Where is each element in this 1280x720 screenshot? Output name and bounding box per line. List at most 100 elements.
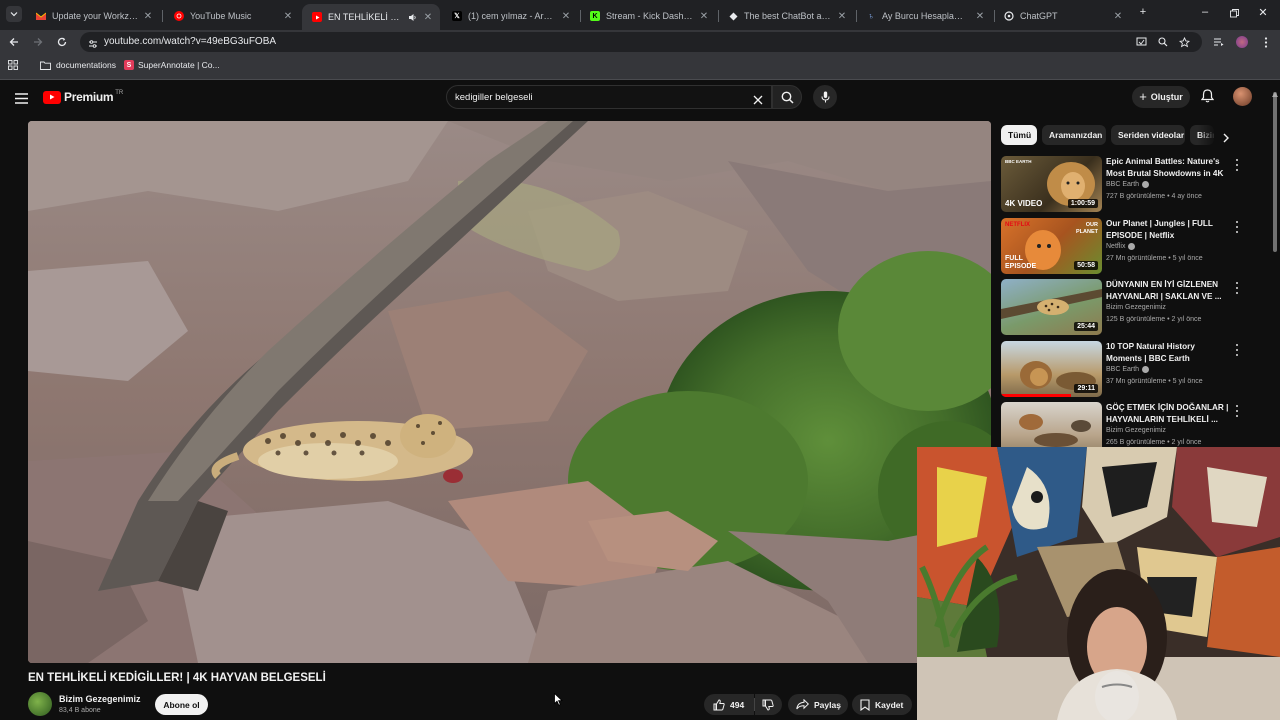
tab-kick[interactable]: K Stream - Kick Dashboard ✕ (580, 4, 716, 28)
media-controls-icon[interactable] (1210, 34, 1226, 50)
x-icon: 𝕏 (452, 11, 462, 21)
recommended-video[interactable]: NETFLIX OUR PLANET FULL EPISODE 50:58 Ou… (1001, 218, 1241, 274)
recommended-video[interactable]: 25:44 DÜNYANIN EN İYİ GİZLENEN HAYVANLAR… (1001, 279, 1241, 335)
bookmark-star-icon[interactable] (1177, 35, 1191, 49)
chevron-down-icon (10, 12, 18, 17)
zoom-icon[interactable] (1156, 35, 1170, 49)
restore-icon[interactable] (1227, 6, 1241, 22)
video-title[interactable]: DÜNYANIN EN İYİ GİZLENEN HAYVANLARI | SA… (1106, 279, 1230, 303)
video-player[interactable] (28, 121, 991, 663)
video-meta: 37 Mn görüntüleme • 5 yıl önce (1106, 378, 1203, 385)
close-icon[interactable]: ✕ (1112, 11, 1124, 22)
tab-label: YouTube Music (190, 11, 252, 21)
tab-youtube-music[interactable]: YouTube Music ✕ (164, 4, 300, 28)
more-options-icon[interactable] (1233, 281, 1241, 295)
video-thumbnail[interactable]: 29:11 (1001, 341, 1102, 397)
like-count: 494 (730, 699, 745, 710)
video-channel[interactable]: Bizim Gezegenimiz (1106, 427, 1166, 434)
dislike-button[interactable] (755, 694, 782, 715)
tab-search-button[interactable] (6, 6, 22, 22)
video-channel[interactable]: BBC Earth (1106, 366, 1150, 373)
subscribe-button[interactable]: Abone ol (155, 694, 208, 715)
video-meta: 125 B görüntüleme • 2 yıl önce (1106, 316, 1202, 323)
browser-toolbar: youtube.com/watch?v=49eBG3uFOBA (0, 30, 1280, 54)
site-info-icon[interactable] (88, 36, 98, 54)
recommended-video[interactable]: BBC EARTH 4K VIDEO 1:00:59 Epic Animal B… (1001, 156, 1241, 212)
new-tab-button[interactable]: + (1136, 6, 1150, 22)
channel-name[interactable]: Bizim Gezegenimiz (59, 694, 141, 704)
more-options-icon[interactable] (1233, 220, 1241, 234)
cast-icon[interactable] (1134, 35, 1148, 49)
chip-series-videos[interactable]: Seriden videolar (1111, 125, 1185, 145)
hamburger-menu-icon[interactable] (15, 91, 28, 109)
thumbs-down-icon (762, 699, 774, 711)
search-button[interactable] (772, 85, 802, 109)
search-query-text[interactable]: kedigiller belgeseli (455, 92, 533, 103)
tab-youtube-active[interactable]: EN TEHLİKELİ KEDİGİ ✕ (302, 4, 440, 30)
video-title[interactable]: Our Planet | Jungles | FULL EPISODE | Ne… (1106, 218, 1230, 242)
scroll-up-arrow-icon[interactable] (1272, 84, 1278, 102)
forward-icon[interactable] (30, 34, 46, 50)
webcam-feed (917, 447, 1280, 720)
more-options-icon[interactable] (1233, 404, 1241, 418)
tab-gmail[interactable]: Update your Workzone p ✕ (26, 4, 160, 28)
url-text[interactable]: youtube.com/watch?v=49eBG3uFOBA (104, 36, 276, 47)
video-title[interactable]: GÖÇ ETMEK İÇİN DOĞANLAR | HAYVANLARIN TE… (1106, 402, 1230, 426)
video-title: EN TEHLİKELİ KEDİGİLLER! | 4K HAYVAN BEL… (28, 672, 326, 684)
video-thumbnail[interactable]: 25:44 (1001, 279, 1102, 335)
chevron-right-icon[interactable] (1222, 130, 1230, 148)
bookmark-documentations[interactable]: documentations (40, 60, 116, 70)
video-meta: 727 B görüntüleme • 4 ay önce (1106, 193, 1202, 200)
chrome-menu-icon[interactable] (1258, 34, 1274, 50)
video-title[interactable]: Epic Animal Battles: Nature's Most Bruta… (1106, 156, 1230, 180)
account-avatar[interactable] (1233, 87, 1252, 106)
profile-avatar-icon[interactable] (1234, 34, 1250, 50)
speaker-icon[interactable] (408, 13, 418, 22)
thumbnail-brand: BBC EARTH (1005, 159, 1032, 164)
video-channel[interactable]: Bizim Gezegenimiz (1106, 304, 1166, 311)
close-icon[interactable]: ✕ (974, 11, 986, 22)
search-icon (781, 91, 794, 104)
video-channel[interactable]: Netflix (1106, 243, 1136, 250)
create-button[interactable]: + Oluştur (1132, 86, 1190, 108)
back-icon[interactable] (6, 34, 22, 50)
youtube-premium-logo[interactable]: Premium TR (43, 90, 123, 104)
logo-region: TR (115, 89, 124, 96)
bookmark-superannotate[interactable]: S SuperAnnotate | Co... (124, 60, 220, 70)
window-close-icon[interactable]: ✕ (1256, 6, 1270, 22)
sidebar-scrollbar[interactable] (1273, 92, 1277, 252)
voice-search-button[interactable] (813, 85, 837, 109)
close-icon[interactable]: ✕ (560, 11, 572, 22)
close-icon[interactable]: ✕ (422, 12, 434, 23)
address-bar[interactable]: youtube.com/watch?v=49eBG3uFOBA (80, 32, 1202, 52)
channel-name: Bizim Gezegenimiz (1106, 427, 1166, 434)
more-options-icon[interactable] (1233, 158, 1241, 172)
close-icon[interactable]: ✕ (698, 11, 710, 22)
clear-search-icon[interactable] (753, 92, 763, 110)
tab-chatgpt[interactable]: ChatGPT ✕ (994, 4, 1130, 28)
share-button[interactable]: Paylaş (788, 694, 848, 715)
reload-icon[interactable] (54, 34, 70, 50)
tab-horoscope[interactable]: ♄ Ay Burcu Hesaplama - HE ✕ (856, 4, 992, 28)
save-button[interactable]: Kaydet (852, 694, 912, 715)
close-icon[interactable]: ✕ (142, 11, 154, 22)
channel-avatar[interactable] (28, 692, 52, 716)
search-input[interactable]: kedigiller belgeseli (446, 85, 772, 109)
chip-from-search[interactable]: Aramanızdan (1042, 125, 1106, 145)
video-title[interactable]: 10 TOP Natural History Moments | BBC Ear… (1106, 341, 1230, 365)
recommended-video[interactable]: 29:11 10 TOP Natural History Moments | B… (1001, 341, 1241, 397)
tab-chatbot[interactable]: The best ChatBot and Wr ✕ (718, 4, 854, 28)
video-channel[interactable]: BBC Earth (1106, 181, 1150, 188)
minimize-icon[interactable]: – (1198, 6, 1212, 22)
tab-x[interactable]: 𝕏 (1) cem yılmaz - Arama / X ✕ (442, 4, 578, 28)
chip-all[interactable]: Tümü (1001, 125, 1037, 145)
subscriber-count: 83,4 B abone (59, 707, 101, 714)
apps-grid-icon[interactable] (8, 60, 18, 70)
close-icon[interactable]: ✕ (282, 11, 294, 22)
notifications-bell-icon[interactable] (1200, 89, 1215, 108)
close-icon[interactable]: ✕ (836, 11, 848, 22)
more-options-icon[interactable] (1233, 343, 1241, 357)
video-thumbnail[interactable]: BBC EARTH 4K VIDEO 1:00:59 (1001, 156, 1102, 212)
video-thumbnail[interactable]: NETFLIX OUR PLANET FULL EPISODE 50:58 (1001, 218, 1102, 274)
like-button[interactable]: 494 (704, 694, 754, 715)
